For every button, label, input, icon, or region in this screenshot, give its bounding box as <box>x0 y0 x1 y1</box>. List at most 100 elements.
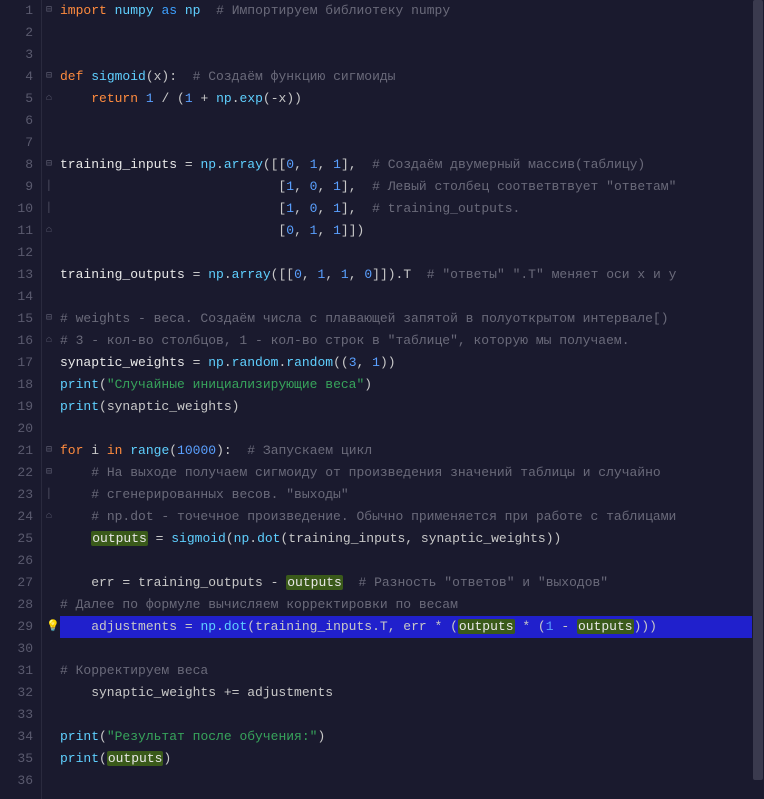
fold-marker[interactable]: ⌂ <box>42 330 56 352</box>
code-line[interactable]: [0, 1, 1]]) <box>60 220 764 242</box>
code-line[interactable] <box>60 242 764 264</box>
fold-marker[interactable]: ⌂ <box>42 220 56 242</box>
scrollbar-thumb[interactable] <box>753 0 763 780</box>
code-line[interactable]: 💡 adjustments = np.dot(training_inputs.T… <box>60 616 764 638</box>
line-number: 2 <box>0 22 33 44</box>
token-pun: ], <box>341 157 372 172</box>
token-pun: ))) <box>634 619 657 634</box>
code-line[interactable]: training_inputs = np.array([[0, 1, 1], #… <box>60 154 764 176</box>
token-cmt: # На выходе получаем сигмоиду от произве… <box>91 465 661 480</box>
fold-marker <box>42 22 56 44</box>
code-line[interactable]: return 1 / (1 + np.exp(-x)) <box>60 88 764 110</box>
code-line[interactable] <box>60 418 764 440</box>
token-num: 1 <box>341 267 349 282</box>
token-mod: array <box>232 267 271 282</box>
code-line[interactable]: print("Случайные инициализирующие веса") <box>60 374 764 396</box>
code-line[interactable] <box>60 638 764 660</box>
code-line[interactable]: def sigmoid(x): # Создаём функцию сигмои… <box>60 66 764 88</box>
fold-marker <box>42 550 56 572</box>
lightbulb-icon[interactable]: 💡 <box>46 616 60 638</box>
fold-marker[interactable]: │ <box>42 484 56 506</box>
code-line[interactable]: # weights - веса. Создаём числа с плаваю… <box>60 308 764 330</box>
line-number: 8 <box>0 154 33 176</box>
code-line[interactable]: import numpy as np # Импортируем библиот… <box>60 0 764 22</box>
line-number: 30 <box>0 638 33 660</box>
code-line[interactable]: err = training_outputs - outputs # Разно… <box>60 572 764 594</box>
code-area[interactable]: import numpy as np # Импортируем библиот… <box>56 0 764 799</box>
line-number: 29 <box>0 616 33 638</box>
fold-marker[interactable]: ⌂ <box>42 88 56 110</box>
token-mod: dot <box>257 531 280 546</box>
code-line[interactable]: # 3 - кол-во столбцов, 1 - кол-во строк … <box>60 330 764 352</box>
token-pun: (training_inputs, synaptic_weights)) <box>280 531 561 546</box>
fold-marker[interactable]: ⊟ <box>42 308 56 330</box>
line-number: 14 <box>0 286 33 308</box>
code-line[interactable]: [1, 0, 1], # training_outputs. <box>60 198 764 220</box>
code-line[interactable] <box>60 286 764 308</box>
fold-marker <box>42 594 56 616</box>
token-hlvar: outputs <box>107 751 164 766</box>
fold-marker[interactable]: ⊟ <box>42 462 56 484</box>
fold-marker <box>42 44 56 66</box>
token-num: 0 <box>294 267 302 282</box>
fold-column[interactable]: ⊟⊟⌂⊟││⌂⊟⌂⊟⊟│⌂ <box>42 0 56 799</box>
token-num: 1 <box>185 91 193 106</box>
line-number: 19 <box>0 396 33 418</box>
token-pun: (-x)) <box>263 91 302 106</box>
line-number: 36 <box>0 770 33 792</box>
fold-marker <box>42 704 56 726</box>
token-cmt: # Запускаем цикл <box>247 443 372 458</box>
token-kw: def <box>60 69 83 84</box>
code-line[interactable]: # Корректируем веса <box>60 660 764 682</box>
token-pun: adjustments = <box>60 619 200 634</box>
code-line[interactable] <box>60 110 764 132</box>
token-mod: np <box>208 267 224 282</box>
code-line[interactable] <box>60 550 764 572</box>
token-pun: ], <box>341 179 372 194</box>
line-number: 1 <box>0 0 33 22</box>
code-line[interactable]: print("Результат после обучения:") <box>60 726 764 748</box>
token-pun: . <box>216 619 224 634</box>
fold-marker <box>42 748 56 770</box>
code-line[interactable] <box>60 44 764 66</box>
code-line[interactable]: # сгенерированных весов. "выходы" <box>60 484 764 506</box>
token-str: "Случайные инициализирующие веса" <box>107 377 364 392</box>
fold-marker[interactable]: ⌂ <box>42 506 56 528</box>
fold-marker[interactable]: │ <box>42 176 56 198</box>
fold-marker[interactable]: ⊟ <box>42 66 56 88</box>
code-editor: 1234567891011121314151617181920212223242… <box>0 0 764 799</box>
token-pun: synaptic_weights += adjustments <box>60 685 333 700</box>
token-cmt: # Создаём двумерный массив(таблицу) <box>372 157 645 172</box>
code-line[interactable]: # np.dot - точечное произведение. Обычно… <box>60 506 764 528</box>
token-pun <box>60 509 91 524</box>
fold-marker[interactable]: │ <box>42 198 56 220</box>
token-pun: ], <box>341 201 372 216</box>
code-line[interactable]: [1, 0, 1], # Левый столбец соответвтвует… <box>60 176 764 198</box>
code-line[interactable]: # На выходе получаем сигмоиду от произве… <box>60 462 764 484</box>
code-line[interactable]: synaptic_weights += adjustments <box>60 682 764 704</box>
code-line[interactable] <box>60 770 764 792</box>
code-line[interactable]: outputs = sigmoid(np.dot(training_inputs… <box>60 528 764 550</box>
code-line[interactable]: training_outputs = np.array([[0, 1, 1, 0… <box>60 264 764 286</box>
code-line[interactable]: for i in range(10000): # Запускаем цикл <box>60 440 764 462</box>
token-num: 1 <box>286 179 294 194</box>
code-line[interactable]: print(synaptic_weights) <box>60 396 764 418</box>
fold-marker <box>42 110 56 132</box>
fold-marker[interactable]: ⊟ <box>42 0 56 22</box>
token-pun: . <box>224 355 232 370</box>
token-mod: print <box>60 399 99 414</box>
line-number-gutter[interactable]: 1234567891011121314151617181920212223242… <box>0 0 42 799</box>
fold-marker[interactable]: ⊟ <box>42 154 56 176</box>
token-hlvar: outputs <box>91 531 148 546</box>
token-pun <box>343 575 359 590</box>
code-line[interactable]: synaptic_weights = np.random.random((3, … <box>60 352 764 374</box>
vertical-scrollbar[interactable] <box>752 0 764 799</box>
code-line[interactable] <box>60 132 764 154</box>
code-line[interactable] <box>60 704 764 726</box>
code-line[interactable]: # Далее по формуле вычисляем корректиров… <box>60 594 764 616</box>
fold-marker[interactable]: ⊟ <box>42 440 56 462</box>
code-line[interactable] <box>60 22 764 44</box>
token-pun: err = training_outputs - <box>60 575 286 590</box>
token-pun: / ( <box>154 91 185 106</box>
code-line[interactable]: print(outputs) <box>60 748 764 770</box>
